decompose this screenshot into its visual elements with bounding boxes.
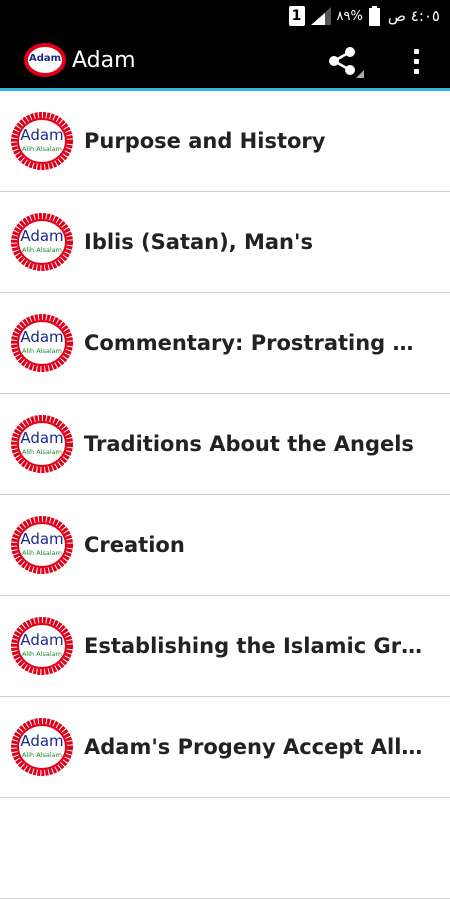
adam-logo-icon: Adam Alih Alsalam	[11, 112, 73, 170]
battery-percentage: ٨٩%	[336, 8, 363, 24]
status-bar: 1 ٨٩% ٤:٠٥ ص	[0, 0, 450, 32]
list-item-title: Establishing the Islamic Greeting	[84, 634, 429, 658]
list-item-title: Commentary: Prostrating Before Adam	[84, 331, 429, 355]
battery-icon	[368, 6, 380, 26]
logo-main-text: Adam	[20, 631, 63, 649]
signal-strength-icon	[310, 7, 331, 25]
sim-card-icon: 1	[288, 6, 305, 26]
adam-logo-icon: Adam Alih Alsalam	[11, 314, 73, 372]
logo-main-text: Adam	[20, 530, 63, 548]
logo-main-text: Adam	[20, 429, 63, 447]
logo-main-text: Adam	[20, 126, 63, 144]
logo-main-text: Adam	[20, 328, 63, 346]
logo-sub-text: Alih Alsalam	[22, 549, 62, 557]
adam-logo-icon: Adam Alih Alsalam	[11, 213, 73, 271]
adam-logo-icon: Adam Alih Alsalam	[11, 516, 73, 574]
list-item[interactable]: Adam Alih Alsalam Iblis (Satan), Man's	[0, 192, 450, 293]
list-item-title: Creation	[84, 533, 185, 557]
logo-sub-text: Alih Alsalam	[22, 751, 62, 759]
list-item[interactable]: Adam Alih Alsalam Creation	[0, 495, 450, 596]
adam-logo-icon: Adam Alih Alsalam	[11, 617, 73, 675]
logo-sub-text: Alih Alsalam	[22, 650, 62, 658]
status-time: ٤:٠٥ ص	[387, 7, 440, 25]
list-item-title: Purpose and History	[84, 129, 326, 153]
list-item[interactable]: Adam Alih Alsalam Commentary: Prostratin…	[0, 293, 450, 394]
logo-sub-text: Alih Alsalam	[22, 448, 62, 456]
app-title: Adam	[72, 47, 136, 73]
list-item[interactable]: Adam Alih Alsalam Traditions About the A…	[0, 394, 450, 495]
topic-list: Adam Alih Alsalam Purpose and History Ad…	[0, 91, 450, 899]
logo-sub-text: Alih Alsalam	[22, 246, 62, 254]
list-item[interactable]	[0, 798, 450, 899]
overflow-menu-icon[interactable]	[406, 44, 426, 78]
list-item-title: Iblis (Satan), Man's	[84, 230, 313, 254]
app-logo-icon[interactable]: Adam	[24, 43, 66, 77]
action-bar: Adam Adam	[0, 32, 450, 91]
list-item[interactable]: Adam Alih Alsalam Adam's Progeny Accept …	[0, 697, 450, 798]
list-item-title: Traditions About the Angels	[84, 432, 414, 456]
list-item[interactable]: Adam Alih Alsalam Establishing the Islam…	[0, 596, 450, 697]
logo-sub-text: Alih Alsalam	[22, 145, 62, 153]
app-logo-text: Adam	[29, 53, 61, 64]
adam-logo-icon: Adam Alih Alsalam	[11, 718, 73, 776]
share-icon[interactable]	[324, 44, 364, 78]
list-item-title: Adam's Progeny Accept Allah	[84, 735, 429, 759]
list-item[interactable]: Adam Alih Alsalam Purpose and History	[0, 91, 450, 192]
logo-main-text: Adam	[20, 732, 63, 750]
adam-logo-icon: Adam Alih Alsalam	[11, 415, 73, 473]
logo-sub-text: Alih Alsalam	[22, 347, 62, 355]
logo-main-text: Adam	[20, 227, 63, 245]
